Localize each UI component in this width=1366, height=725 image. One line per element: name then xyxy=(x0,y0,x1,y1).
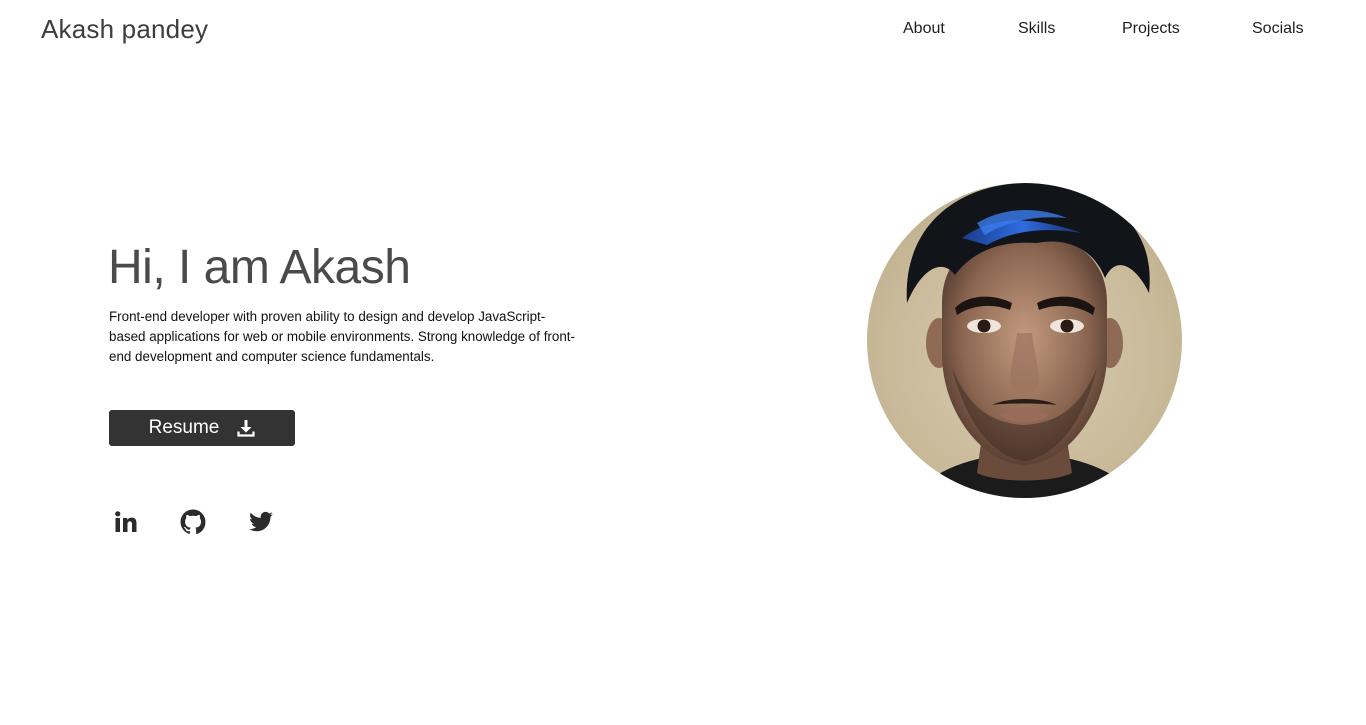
twitter-icon[interactable] xyxy=(244,505,278,539)
profile-photo xyxy=(867,183,1182,498)
nav-skills[interactable]: Skills xyxy=(1018,20,1055,38)
resume-button[interactable]: Resume xyxy=(109,410,295,446)
nav-projects[interactable]: Projects xyxy=(1122,20,1180,38)
hero-title: Hi, I am Akash xyxy=(108,241,411,294)
linkedin-icon[interactable] xyxy=(109,505,143,539)
page: Akash pandey About Skills Projects Socia… xyxy=(0,0,1366,725)
resume-button-label: Resume xyxy=(148,417,220,438)
nav-about[interactable]: About xyxy=(903,20,945,38)
hero-description: Front-end developer with proven ability … xyxy=(109,309,575,364)
github-icon[interactable] xyxy=(176,505,210,539)
download-icon xyxy=(237,419,255,437)
main-nav: About Skills Projects Socials xyxy=(0,20,1366,42)
nav-socials[interactable]: Socials xyxy=(1252,20,1304,38)
